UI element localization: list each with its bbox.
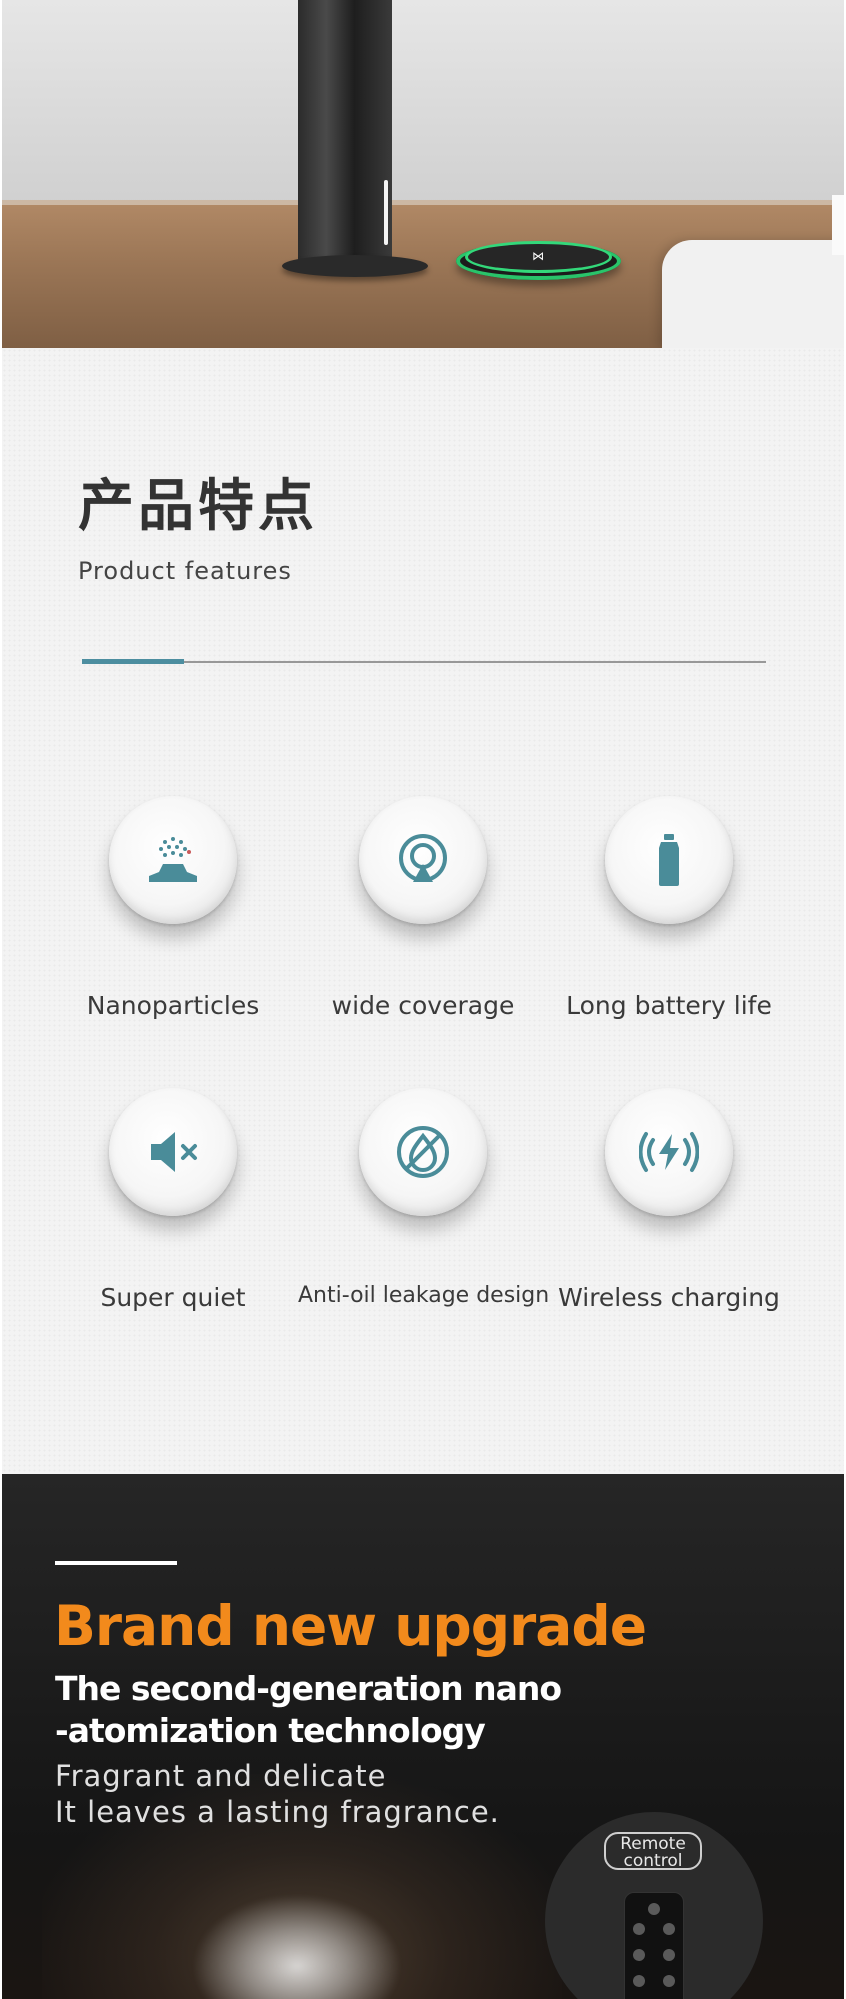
feature-item-super-quiet: Super quiet [68, 1088, 278, 1328]
features-subtitle: Product features [78, 557, 292, 585]
upgrade-section: Brand new upgrade The second-generation … [2, 1474, 844, 1999]
feature-item-anti-oil-leakage: Anti-oil leakage design [298, 1088, 549, 1328]
upgrade-description: Fragrant and delicate It leaves a lastin… [55, 1758, 500, 1830]
diffuser-base [282, 255, 428, 277]
feature-label: Nanoparticles [86, 991, 260, 1020]
features-divider-accent [82, 659, 184, 664]
page: ⋈ 产品特点 Product features Nanoparticles wi… [2, 0, 844, 1999]
features-section: 产品特点 Product features Nanoparticles wide… [2, 348, 844, 1474]
hero-wall [2, 0, 844, 215]
battery-icon [659, 834, 679, 886]
remote-button [663, 1949, 675, 1961]
hero-book [662, 240, 844, 348]
features-divider [82, 661, 766, 663]
diffuser-body [298, 0, 392, 265]
remote-button [633, 1949, 645, 1961]
feature-item-wireless-charging: Wireless charging [558, 1088, 780, 1328]
remote-control-device [624, 1892, 684, 1999]
upgrade-accent-bar [55, 1561, 177, 1565]
remote-button [633, 1923, 645, 1935]
remote-button [648, 1903, 660, 1915]
remote-control-label: Remote control [604, 1832, 702, 1870]
upgrade-description-line2: It leaves a lasting fragrance. [55, 1795, 500, 1829]
mist-smoke-image [192, 1894, 402, 1999]
feature-item-wide-coverage: wide coverage [318, 796, 528, 1036]
remote-button [663, 1975, 675, 1987]
nanoparticles-icon [149, 837, 197, 882]
feature-item-battery: Long battery life [564, 796, 774, 1036]
feature-label: Anti-oil leakage design [298, 1283, 550, 1308]
remote-button [663, 1923, 675, 1935]
diffuser-light-strip [384, 180, 388, 245]
upgrade-subheadline-line1: The second-generation nano [55, 1669, 562, 1708]
remote-control-badge: Remote control [545, 1812, 763, 1999]
upgrade-description-line1: Fragrant and delicate [55, 1759, 387, 1793]
remote-button [633, 1975, 645, 1987]
hero-product-photo: ⋈ [2, 0, 844, 348]
feature-label: Super quiet [100, 1283, 246, 1312]
features-title: 产品特点 [78, 474, 318, 539]
upgrade-subheadline-line2: -atomization technology [55, 1711, 486, 1750]
upgrade-subheadline: The second-generation nano -atomization … [55, 1668, 562, 1752]
pad-logo: ⋈ [532, 249, 544, 263]
coverage-icon [399, 834, 447, 882]
feature-label: Wireless charging [558, 1283, 780, 1312]
feature-label: Long battery life [566, 991, 772, 1020]
feature-item-nanoparticles: Nanoparticles [68, 796, 278, 1036]
mute-icon [151, 1132, 197, 1172]
upgrade-headline: Brand new upgrade [54, 1594, 647, 1658]
feature-label: wide coverage [331, 991, 515, 1020]
no-oil-drop-icon [397, 1126, 449, 1178]
wireless-charging-icon [639, 1132, 699, 1172]
